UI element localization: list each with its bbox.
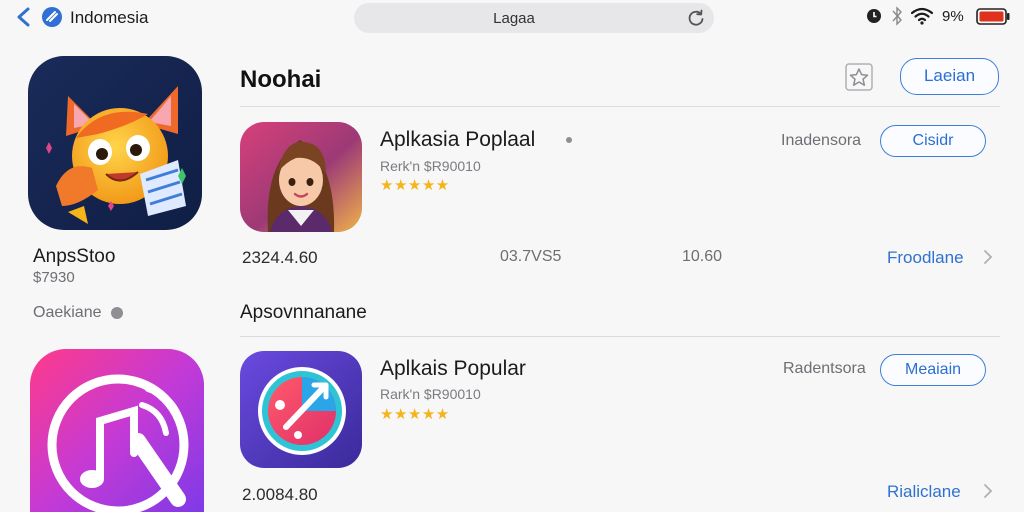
app-store-page: Indomesia Lagaa 9% AnpsStoo $7930 Oaekia… xyxy=(0,0,1024,512)
divider-2 xyxy=(240,336,1000,337)
featured-app-status: Oaekiane xyxy=(33,304,102,321)
compass-icon xyxy=(240,351,362,468)
stat-size-1: 2324.4.60 xyxy=(242,248,318,267)
app-rating-2: ★★★★★ xyxy=(380,406,450,423)
stat-size-2: 2.0084.80 xyxy=(242,485,318,504)
header-action-button[interactable]: Laeian xyxy=(900,58,999,95)
divider-1 xyxy=(240,106,1000,107)
app-region-2: Radentsora xyxy=(783,360,866,377)
globe-icon xyxy=(42,7,62,27)
battery-percent: 9% xyxy=(942,8,964,25)
music-app-icon-tile[interactable] xyxy=(30,349,204,512)
app-rank-1: Rerk'n $R90010 xyxy=(380,158,481,174)
top-bar: Indomesia Lagaa 9% xyxy=(0,0,1024,34)
app-rating-1: ★★★★★ xyxy=(380,177,450,194)
music-note-icon xyxy=(30,349,204,512)
url-bar[interactable]: Lagaa xyxy=(354,3,714,33)
battery-icon xyxy=(976,8,1010,25)
avatar-girl-icon xyxy=(240,122,362,232)
get-button-2[interactable]: Meaiain xyxy=(880,354,986,386)
reload-icon[interactable] xyxy=(686,8,706,28)
app-icon-compass[interactable] xyxy=(240,351,362,468)
back-arrow-icon[interactable] xyxy=(14,6,34,28)
chevron-right-icon[interactable] xyxy=(983,484,993,498)
app-name-1[interactable]: Aplkasia Poplaal xyxy=(380,128,535,152)
region-label[interactable]: Indomesia xyxy=(70,8,148,28)
featured-app-price: $7930 xyxy=(33,269,75,286)
section-title-2: Apsovnnanane xyxy=(240,302,367,323)
app-region-1: Inadensora xyxy=(781,132,862,149)
get-button-1[interactable]: Cisidr xyxy=(880,125,986,157)
info-dot-icon xyxy=(111,307,123,319)
stat-count-1: 10.60 xyxy=(682,248,723,265)
chevron-right-icon[interactable] xyxy=(983,250,993,264)
fox-mascot-icon xyxy=(28,56,202,230)
section-title-1: Noohai xyxy=(240,66,322,93)
bluetooth-icon xyxy=(892,6,902,26)
featured-app-name[interactable]: AnpsStoo xyxy=(33,246,115,268)
see-more-link-1[interactable]: Froodlane xyxy=(887,248,964,268)
url-text: Lagaa xyxy=(493,10,535,27)
star-bookmark-icon[interactable] xyxy=(844,62,874,92)
wifi-icon xyxy=(911,7,933,25)
see-more-link-2[interactable]: Rialiclane xyxy=(887,482,961,502)
app-rank-2: Rark'n $R90010 xyxy=(380,386,481,402)
stat-date-1: 03.7VS5 xyxy=(500,248,562,265)
clock-icon xyxy=(867,9,881,23)
featured-app-icon[interactable] xyxy=(28,56,202,230)
app-icon-avatar[interactable] xyxy=(240,122,362,232)
app-name-2[interactable]: Aplkais Popular xyxy=(380,357,526,381)
dot-icon xyxy=(566,137,572,143)
